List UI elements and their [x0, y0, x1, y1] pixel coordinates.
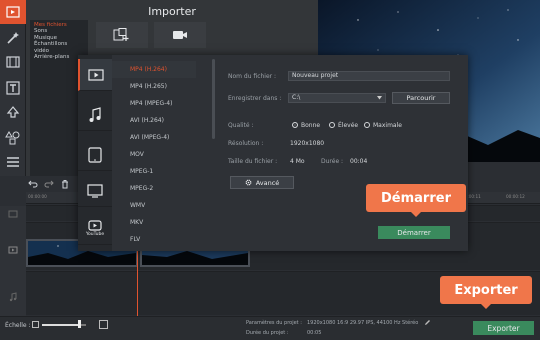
gear-icon	[245, 179, 252, 186]
quality-radio-good[interactable]	[292, 122, 298, 128]
import-list-item[interactable]: Échantillons vidéo	[34, 41, 84, 54]
filesize-value: 4 Mo	[290, 158, 305, 165]
format-item[interactable]: WMV	[112, 197, 196, 214]
video-icon	[88, 68, 104, 81]
advanced-button[interactable]: Avancé	[230, 176, 294, 189]
export-dialog: YouTube MP4 (H.264) MP4 (H.265) MP4 (MPE…	[78, 55, 468, 251]
export-settings: Nom du fichier : Nouveau projet Enregist…	[218, 55, 468, 251]
dropdown-arrow-icon	[377, 96, 382, 100]
music-icon	[88, 106, 102, 123]
scale-label: Échelle :	[5, 322, 31, 329]
arrow-up-icon	[6, 105, 20, 119]
export-category-column: YouTube	[78, 55, 112, 251]
youtube-label: YouTube	[85, 232, 105, 237]
left-toolbar	[0, 0, 26, 176]
save-location-field[interactable]: C:\	[288, 93, 386, 103]
format-item[interactable]: MPEG-2	[112, 180, 196, 197]
project-duration-value: 00:05	[307, 330, 322, 336]
undo-icon[interactable]	[28, 179, 38, 189]
quality-label: Qualité :	[228, 122, 254, 129]
list-icon	[6, 156, 20, 168]
format-item[interactable]: MKV	[112, 214, 196, 231]
format-item[interactable]: AVI (H.264)	[112, 112, 196, 129]
category-youtube[interactable]: YouTube	[78, 213, 112, 245]
callouts-button[interactable]	[0, 100, 26, 124]
save-location-value: C:\	[292, 94, 301, 101]
trash-icon[interactable]	[60, 179, 70, 189]
resolution-label: Résolution :	[228, 140, 264, 147]
shapes-icon	[5, 131, 21, 145]
import-media-button[interactable]	[0, 0, 26, 24]
magic-wand-icon	[6, 31, 20, 45]
format-list: MP4 (H.264) MP4 (H.265) MP4 (MPEG-4) AVI…	[112, 55, 196, 251]
quality-option-label: Maximale	[373, 122, 402, 129]
pencil-icon[interactable]	[424, 319, 431, 326]
track-headers	[0, 206, 26, 316]
duration-label: Durée :	[321, 158, 344, 165]
category-audio[interactable]	[78, 99, 112, 131]
zoom-out-icon[interactable]	[32, 321, 39, 328]
duration-value: 00:04	[350, 158, 368, 165]
category-tv[interactable]	[78, 175, 112, 207]
add-files-tile[interactable]	[96, 22, 148, 48]
import-list-item[interactable]: Arrière-plans	[34, 54, 84, 60]
redo-icon[interactable]	[44, 179, 54, 189]
zoom-in-icon[interactable]	[99, 320, 108, 329]
format-item[interactable]: MPEG-1	[112, 163, 196, 180]
text-track-icon	[8, 210, 18, 218]
project-params-value: 1920x1080 16:9 29.97 IPS, 44100 Hz Stéré…	[307, 320, 419, 326]
advanced-label: Avancé	[255, 178, 280, 187]
format-item[interactable]: MP4 (H.264)	[112, 61, 196, 78]
zoom-slider-handle[interactable]	[78, 320, 82, 328]
category-video[interactable]	[78, 59, 112, 91]
quality-option-label: Élevée	[338, 122, 359, 129]
monitor-icon	[87, 183, 103, 198]
camera-icon	[172, 29, 188, 41]
status-bar: Échelle : Paramètres du projet : 1920x10…	[0, 316, 540, 340]
time-tick: 00:00:00	[28, 194, 47, 199]
project-duration-label: Durée du projet :	[246, 330, 289, 336]
filename-label: Nom du fichier :	[228, 73, 277, 80]
browse-button[interactable]: Parcourir	[392, 92, 450, 104]
quality-radio-high[interactable]	[329, 122, 335, 128]
filters-button[interactable]	[0, 26, 26, 50]
format-item[interactable]: AVI (MPEG-4)	[112, 129, 196, 146]
music-note-icon	[8, 292, 18, 302]
quality-option-label: Bonne	[301, 122, 321, 129]
zoom-slider-fill	[42, 324, 80, 326]
tablet-icon	[88, 146, 102, 163]
filmstrip-icon	[6, 56, 20, 68]
add-media-icon	[113, 28, 131, 42]
export-callout: Exporter	[440, 276, 532, 309]
titles-button[interactable]	[0, 76, 26, 100]
format-item[interactable]: MOV	[112, 146, 196, 163]
time-tick: 00:00:12	[506, 194, 525, 199]
more-tools-button[interactable]	[0, 150, 26, 174]
format-item[interactable]: MP4 (MPEG-4)	[112, 95, 196, 112]
save-location-label: Enregistrer dans :	[228, 95, 282, 102]
format-item[interactable]: MP4 (H.265)	[112, 78, 196, 95]
filename-field[interactable]: Nouveau projet	[288, 71, 450, 81]
start-button[interactable]: Démarrer	[378, 226, 450, 239]
record-video-tile[interactable]	[154, 22, 206, 48]
category-devices[interactable]	[78, 139, 112, 171]
quality-radio-max[interactable]	[364, 122, 370, 128]
transitions-button[interactable]	[0, 50, 26, 74]
import-panel-title: Importer	[148, 4, 196, 18]
video-track-icon	[8, 246, 18, 254]
film-icon	[6, 6, 20, 18]
format-list-scrollbar[interactable]	[212, 59, 215, 139]
format-item[interactable]: FLV	[112, 231, 196, 248]
stickers-button[interactable]	[0, 126, 26, 150]
export-button[interactable]: Exporter	[473, 321, 534, 335]
project-params-label: Paramètres du projet :	[246, 320, 302, 326]
text-t-icon	[6, 81, 20, 95]
filesize-label: Taille du fichier :	[228, 158, 278, 165]
resolution-value: 1920x1080	[290, 140, 325, 147]
youtube-icon	[88, 220, 102, 231]
start-callout: Démarrer	[366, 184, 466, 217]
